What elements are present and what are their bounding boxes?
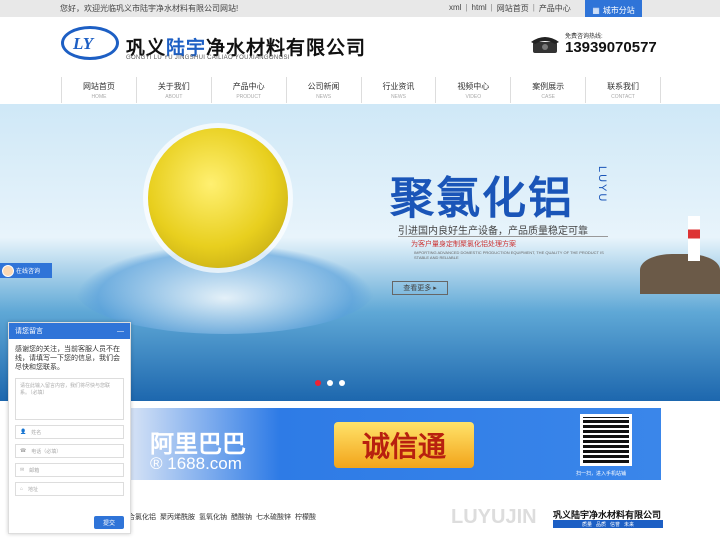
header: LY 巩义陆宇净水材料有限公司 GONGYI LU YU JINGSHUI CA…	[0, 17, 720, 72]
arrow-right-icon: ▸	[433, 285, 437, 292]
product-powder-image	[148, 128, 288, 268]
building-icon: ▦	[592, 6, 600, 15]
nav-company-news[interactable]: 公司新闻 NEWS	[287, 77, 362, 103]
logo[interactable]: LY	[73, 34, 93, 54]
avatar	[2, 264, 14, 277]
product-links: 聚合氯化铝 聚丙烯酰胺 氢氧化钠 醋酸钠 七水硫酸锌 柠檬酸	[121, 512, 316, 522]
online-consult-tab[interactable]: 在线咨询	[0, 263, 52, 278]
product-link[interactable]: 氢氧化钠	[199, 512, 227, 522]
top-links: xml | html | 网站首页 | 产品中心	[449, 3, 571, 14]
user-icon: 👤	[20, 429, 27, 435]
product-link[interactable]: 聚丙烯酰胺	[160, 512, 195, 522]
phone-field[interactable]: ☎ 电话（必填）	[15, 444, 124, 458]
carousel-dot[interactable]	[339, 380, 345, 386]
banner-english-text: IMPORTING ADVANCED DOMESTIC PRODUCTION E…	[414, 250, 604, 260]
name-field[interactable]: 👤 姓名	[15, 425, 124, 439]
message-panel-header: 请您留言 —	[9, 323, 130, 339]
top-link-products[interactable]: 产品中心	[539, 3, 571, 14]
submit-button[interactable]: 提交	[94, 516, 124, 529]
nav-case[interactable]: 案例展示 CASE	[511, 77, 587, 103]
message-panel-title: 请您留言	[15, 328, 43, 335]
nav-home[interactable]: 网站首页 HOME	[61, 77, 137, 103]
carousel-dots	[315, 380, 345, 386]
mail-icon: ✉	[20, 467, 25, 473]
watermark: LUYUJIN	[451, 506, 537, 528]
phone-icon: ☎	[20, 448, 27, 454]
qr-code-image	[580, 414, 632, 466]
minimize-icon[interactable]: —	[117, 328, 124, 335]
product-link[interactable]: 醋酸钠	[231, 512, 252, 522]
nav-industry-news[interactable]: 行业资讯 NEWS	[362, 77, 437, 103]
carousel-dot[interactable]	[327, 380, 333, 386]
hotline-number: 13939070577	[565, 39, 657, 56]
banner-subtitle: 引进国内良好生产设备，产品质量稳定可靠	[398, 226, 588, 237]
email-field[interactable]: ✉ 邮箱	[15, 463, 124, 477]
location-icon: ⌂	[20, 486, 24, 492]
main-nav: 网站首页 HOME 关于我们 ABOUT 产品中心 PRODUCT 公司新闻 NEWS …	[61, 77, 661, 103]
nav-about[interactable]: 关于我们 ABOUT	[137, 77, 212, 103]
lighthouse-image	[688, 216, 700, 261]
product-link[interactable]: 七水硫酸锌	[256, 512, 291, 522]
divider	[398, 236, 608, 237]
view-more-button[interactable]: 查看更多 ▸	[392, 281, 448, 295]
nav-product[interactable]: 产品中心 PRODUCT	[212, 77, 287, 103]
address-field[interactable]: ⌂ 地址	[15, 482, 124, 496]
banner-title: 聚氯化铝	[390, 174, 574, 223]
welcome-text: 您好，欢迎光临巩义市陆宇净水材料有限公司网站!	[60, 4, 239, 13]
top-link-html[interactable]: html	[472, 3, 487, 14]
carousel-dot[interactable]	[315, 380, 321, 386]
company-pinyin: GONGYI LU YU JINGSHUI CAILIAO YOUXIANGON…	[126, 55, 290, 61]
product-link[interactable]: 柠檬酸	[295, 512, 316, 522]
alibaba-domain: ® 1688.com	[150, 454, 242, 473]
nav-contact[interactable]: 联系我们 CONTACT	[586, 77, 661, 103]
nav-video[interactable]: 视频中心 VIDEO	[436, 77, 512, 103]
rock-image	[640, 254, 720, 294]
message-textarea[interactable]: 请在此输入留言内容，我们将尽快与您联系。（必填）	[15, 378, 124, 420]
telephone-icon	[531, 37, 559, 53]
top-link-xml[interactable]: xml	[449, 3, 461, 14]
banner-tagline: 为客户量身定制聚氯化铝处理方案	[411, 241, 516, 248]
chengxintong-badge: 诚信通	[334, 422, 474, 468]
offline-notice: 感谢您的关注，当前客服人员不在线，请填写一下您的信息，我们会尽快和您联系。	[15, 346, 120, 371]
banner-vertical-text: LUYU	[596, 166, 608, 204]
footer-tags: 质量 品质 信誉 未来	[553, 520, 663, 528]
message-panel: 请您留言 — 感谢您的关注，当前客服人员不在线，请填写一下您的信息，我们会尽快和…	[8, 322, 131, 534]
alibaba-banner[interactable]: 阿里巴巴 ® 1688.com 诚信通 扫一扫，进入手机站铺	[116, 408, 661, 480]
qr-caption: 扫一扫，进入手机站铺	[576, 471, 627, 477]
top-bar: 您好，欢迎光临巩义市陆宇净水材料有限公司网站! xml | html | 网站首页 |…	[0, 0, 720, 21]
top-link-home[interactable]: 网站首页	[497, 3, 529, 14]
